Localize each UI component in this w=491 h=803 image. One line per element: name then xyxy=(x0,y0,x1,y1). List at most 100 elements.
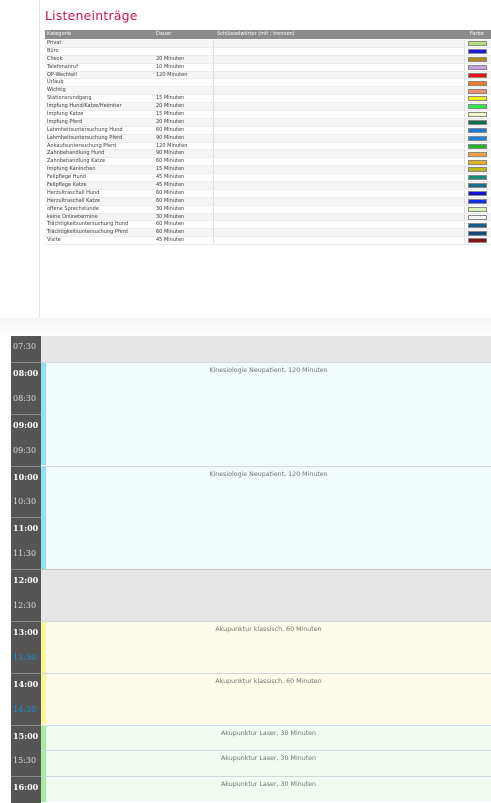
row-kategorie: offene Sprechstunde xyxy=(47,205,99,212)
color-swatch[interactable] xyxy=(468,104,487,110)
header-farbe[interactable]: Farbe xyxy=(470,30,484,39)
table-row[interactable]: Trächtigkeitsuntersuchung Pferd 60 Minute… xyxy=(45,229,491,238)
time-label: 13:00 xyxy=(11,620,41,647)
column-divider xyxy=(464,229,465,237)
color-swatch[interactable] xyxy=(468,64,487,70)
color-swatch[interactable] xyxy=(468,41,487,47)
time-label: 11:00 xyxy=(11,517,41,543)
time-label: 10:30 xyxy=(13,497,37,507)
color-swatch[interactable] xyxy=(468,214,487,220)
row-kategorie: Impfung Kaninchen xyxy=(47,166,96,173)
color-swatch[interactable] xyxy=(468,80,487,86)
header-dauer[interactable]: Dauer xyxy=(156,30,171,39)
row-dauer: 20 Minuten xyxy=(156,55,185,62)
appointment[interactable]: Akupunktur Laser, 30 Minuten xyxy=(41,776,491,803)
color-swatch[interactable] xyxy=(468,191,487,197)
color-swatch[interactable] xyxy=(468,199,487,204)
table-row[interactable]: Herzultraschall Hund 60 Minuten xyxy=(45,189,491,198)
table-row[interactable]: Impfung Katze 15 Minuten xyxy=(45,111,491,119)
table-row[interactable]: offene Sprechstunde 30 Minuten xyxy=(45,205,491,214)
table-row[interactable]: Zahnbehandlung Hund 90 Minuten xyxy=(45,150,491,159)
color-swatch[interactable] xyxy=(468,88,487,94)
table-row[interactable]: Ankaufsuntersuchung Pferd 120 Minuten xyxy=(45,142,491,151)
color-swatch[interactable] xyxy=(468,206,487,212)
color-swatch[interactable] xyxy=(468,230,487,236)
time-label: 07:30 xyxy=(13,342,37,351)
appointment[interactable]: Akupunktur klassisch, 60 Minuten xyxy=(41,620,491,673)
row-dauer: 90 Minuten xyxy=(156,134,185,141)
table-row[interactable]: Fellpflege Katze 45 Minuten xyxy=(45,182,491,190)
table-row[interactable]: Lahmheitsuntersuchung Hund 60 Minuten xyxy=(45,126,491,135)
table-row[interactable]: Zahnbehandlung Katze 60 Minuten xyxy=(45,158,491,167)
color-swatch[interactable] xyxy=(468,159,487,165)
table-row[interactable]: Impfung Kaninchen 15 Minuten xyxy=(45,166,491,175)
appointment[interactable]: Akupunktur Laser, 30 Minuten xyxy=(41,750,491,777)
table-row[interactable]: Herzultraschall Katze 60 Minuten xyxy=(45,197,491,206)
table-row[interactable]: Telefonanruf 10 Minuten xyxy=(45,63,491,72)
color-swatch[interactable] xyxy=(468,135,487,141)
table-row[interactable]: Urlaub xyxy=(45,79,491,88)
header-schluesselwoerter[interactable]: Schlüsselwörter (mit ; trennen) xyxy=(217,30,295,39)
time-label: 08:00 xyxy=(11,361,41,388)
column-divider xyxy=(213,63,214,71)
color-swatch[interactable] xyxy=(468,72,487,78)
table-row[interactable]: Büro xyxy=(45,47,491,56)
row-dauer: 60 Minuten xyxy=(156,189,185,196)
row-kategorie: Stationsrundgang xyxy=(47,95,92,102)
appointment[interactable]: Akupunktur Laser, 30 Minuten xyxy=(41,724,491,751)
table-row[interactable]: Privat xyxy=(45,40,491,48)
color-swatch[interactable] xyxy=(468,120,487,126)
color-swatch[interactable] xyxy=(468,143,487,149)
header-kategorie[interactable]: Kategorie xyxy=(47,30,71,39)
color-swatch[interactable] xyxy=(468,49,487,55)
color-swatch[interactable] xyxy=(468,151,487,157)
color-swatch[interactable] xyxy=(468,238,487,244)
column-divider xyxy=(213,237,214,245)
appointment-color-strip xyxy=(41,466,46,570)
row-dauer: 90 Minuten xyxy=(156,150,185,157)
column-divider xyxy=(464,55,465,63)
time-column: 07:30 08:00 08:30 09:00 09:30 10:00 10:30 11:00… xyxy=(11,336,41,803)
table-row[interactable]: Wichtig xyxy=(45,87,491,96)
appointment[interactable]: Akupunktur klassisch, 60 Minuten xyxy=(41,672,491,725)
color-swatch[interactable] xyxy=(468,112,487,118)
column-divider xyxy=(464,87,465,95)
table-row[interactable]: Lahmheitsuntersuchung Pferd 90 Minuten xyxy=(45,134,491,143)
table-row[interactable]: Check 20 Minuten xyxy=(45,55,491,64)
column-divider xyxy=(213,79,214,87)
table-row[interactable]: keine Onlinetermine 30 Minuten xyxy=(45,213,491,222)
color-swatch[interactable] xyxy=(468,175,487,181)
table-row[interactable]: Impfung Pferd 20 Minuten xyxy=(45,118,491,127)
time-label: 15:30 xyxy=(13,756,37,766)
row-kategorie: Check xyxy=(47,55,63,62)
appointment-label: Akupunktur klassisch, 60 Minuten xyxy=(215,625,322,633)
column-divider xyxy=(464,71,465,79)
row-kategorie: Impfung Hund/Katze/Heimtier xyxy=(47,103,122,110)
column-divider xyxy=(464,40,465,47)
table-row[interactable]: Trächtigkeitsuntersuchung Hund 60 Minuten xyxy=(45,221,491,230)
color-swatch[interactable] xyxy=(468,127,487,133)
panel-title: Listeneinträge xyxy=(45,8,138,23)
color-swatch[interactable] xyxy=(468,222,487,228)
row-dauer: 45 Minuten xyxy=(156,237,185,244)
table-row[interactable]: OP-Wechtell 120 Minuten xyxy=(45,71,491,80)
time-label: 10:00 xyxy=(11,465,41,492)
row-dauer: 45 Minuten xyxy=(156,182,185,189)
appointment-label: Akupunktur Laser, 30 Minuten xyxy=(220,781,317,789)
column-divider xyxy=(213,182,214,189)
column-divider xyxy=(213,95,214,103)
row-kategorie: Trächtigkeitsuntersuchung Hund xyxy=(47,221,129,228)
table-row[interactable]: Visite 45 Minuten xyxy=(45,237,491,246)
color-swatch[interactable] xyxy=(468,96,487,102)
table-row[interactable]: Stationsrundgang 15 Minuten xyxy=(45,95,491,104)
table-row[interactable]: Fellpflege Hund 45 Minuten xyxy=(45,174,491,183)
color-swatch[interactable] xyxy=(468,183,487,189)
time-label: 16:00 xyxy=(11,776,41,802)
color-swatch[interactable] xyxy=(468,167,487,173)
column-divider xyxy=(464,221,465,229)
appointment[interactable]: Kinesiologie Neupatient, 120 Minuten xyxy=(41,465,491,570)
time-label: 15:00 xyxy=(11,724,41,751)
table-row[interactable]: Impfung Hund/Katze/Heimtier 20 Minuten xyxy=(45,103,491,112)
color-swatch[interactable] xyxy=(468,56,487,62)
appointment[interactable]: Kinesiologie Neupatient, 120 Minuten xyxy=(41,361,491,466)
